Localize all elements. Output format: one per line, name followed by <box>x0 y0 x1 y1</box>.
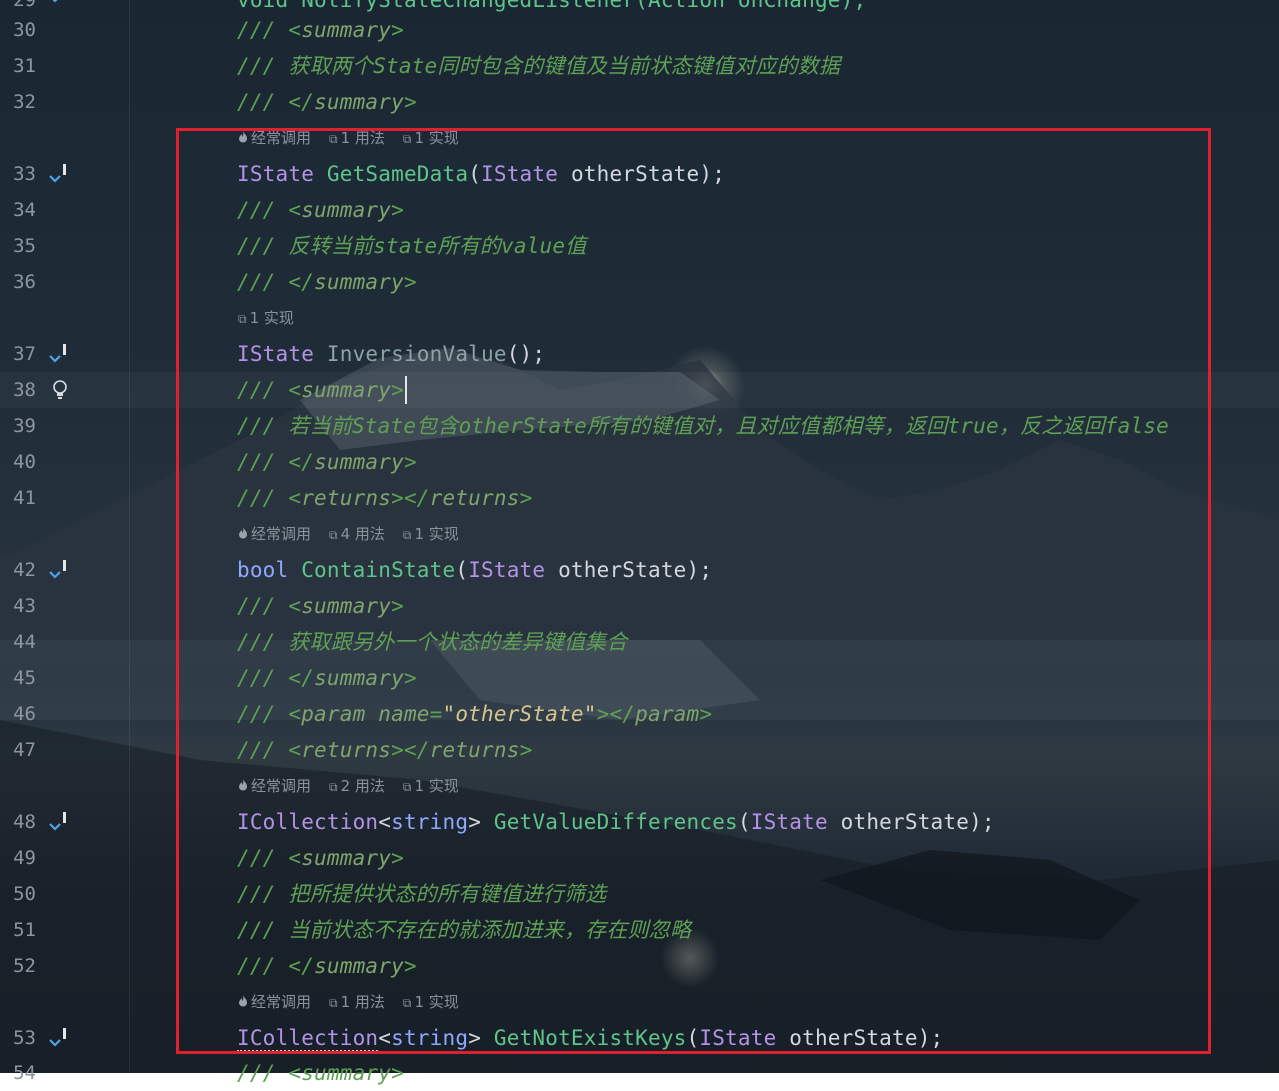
code-text: /// <summary> <box>237 1061 404 1085</box>
code-text: /// <summary> <box>237 12 404 48</box>
doc-comment-slashes: /// <box>237 54 276 78</box>
line-number: 30 <box>13 19 36 41</box>
line-number: 41 <box>13 487 36 509</box>
lightbulb-icon[interactable] <box>50 372 70 408</box>
line-number: 32 <box>13 91 36 113</box>
implementation-marker-icon[interactable] <box>46 1020 72 1056</box>
line-number: 43 <box>13 595 36 617</box>
line-number: 37 <box>13 343 36 365</box>
line-number: 44 <box>13 631 36 653</box>
xml-tag-name: summary <box>301 18 392 42</box>
code-line-32[interactable]: 32 /// </summary> <box>0 84 1279 120</box>
line-number: 33 <box>13 163 36 185</box>
line-number: 40 <box>13 451 36 473</box>
code-line-30[interactable]: 30 /// <summary> <box>0 12 1279 48</box>
implementation-marker-icon[interactable] <box>46 336 72 372</box>
line-number: 31 <box>13 55 36 77</box>
line-number: 51 <box>13 919 36 941</box>
line-number: 45 <box>13 667 36 689</box>
implementation-marker-icon[interactable] <box>46 804 72 840</box>
line-number: 46 <box>13 703 36 725</box>
implementation-marker-icon[interactable] <box>46 552 72 588</box>
highlight-annotation-box <box>176 128 1211 1054</box>
doc-comment-text: 获取两个State同时包含的键值及当前状态键值对应的数据 <box>288 54 841 78</box>
code-text: /// 获取两个State同时包含的键值及当前状态键值对应的数据 <box>237 48 840 84</box>
line-number: 47 <box>13 739 36 761</box>
xml-bracket: < <box>288 18 302 42</box>
doc-comment-slashes: /// <box>237 18 276 42</box>
code-line-54[interactable]: 54 /// <summary> <box>0 1055 1279 1091</box>
line-number: 48 <box>13 811 36 833</box>
code-line-31[interactable]: 31 /// 获取两个State同时包含的键值及当前状态键值对应的数据 <box>0 48 1279 84</box>
xml-tag-name: summary <box>314 90 404 114</box>
line-number: 54 <box>13 1062 36 1084</box>
line-number: 38 <box>13 379 36 401</box>
line-number: 42 <box>13 559 36 581</box>
xml-bracket: > <box>403 90 417 114</box>
line-number: 50 <box>13 883 36 905</box>
line-number: 34 <box>13 199 36 221</box>
line-number: 39 <box>13 415 36 437</box>
line-number: 49 <box>13 847 36 869</box>
code-text: /// </summary> <box>237 84 417 120</box>
line-number: 35 <box>13 235 36 257</box>
line-number: 36 <box>13 271 36 293</box>
xml-bracket: > <box>391 18 404 42</box>
xml-bracket: </ <box>288 90 315 114</box>
line-number: 52 <box>13 955 36 977</box>
line-number: 53 <box>13 1027 36 1049</box>
doc-comment-slashes: /// <box>237 90 276 114</box>
implementation-marker-icon[interactable] <box>46 156 72 192</box>
